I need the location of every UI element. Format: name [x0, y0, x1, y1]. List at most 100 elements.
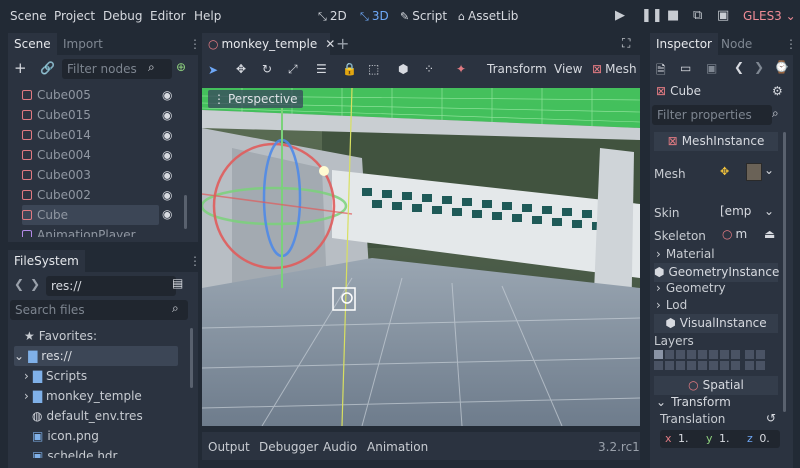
visibility-eye-icon[interactable]: ◉	[162, 85, 172, 105]
tab-filesystem[interactable]: FileSystem	[8, 250, 85, 272]
tab-node[interactable]: Node	[715, 33, 758, 55]
back-arrow-icon[interactable]: ❮	[14, 277, 24, 291]
material-section[interactable]: › Material	[656, 246, 715, 263]
clear-icon[interactable]: ⏏	[764, 227, 775, 241]
tab-audio[interactable]: Audio	[323, 440, 357, 454]
scale-tool-icon[interactable]: ⤢	[288, 62, 298, 77]
visibility-eye-icon[interactable]: ◉	[162, 125, 172, 145]
path-field[interactable]: res://	[46, 276, 176, 296]
search-files-input[interactable]: Search files	[10, 300, 188, 320]
new-resource-icon[interactable]: 🗎	[656, 61, 666, 82]
select-tool-icon[interactable]: ➤	[208, 63, 218, 77]
fs-item[interactable]: › ▇ Scripts	[24, 366, 87, 386]
menu-project[interactable]: Project	[54, 9, 95, 23]
skeleton-nodepath[interactable]: ○ m ⏏	[722, 227, 778, 245]
list-select-icon[interactable]: ☰	[316, 62, 327, 76]
mode-3d-button[interactable]: ⤡ 3D	[360, 9, 389, 24]
object-tools-icon[interactable]: ⚙	[772, 84, 783, 98]
x-value[interactable]: 1.	[678, 432, 689, 445]
menu-editor[interactable]: Editor	[150, 9, 186, 23]
tab-inspector[interactable]: Inspector	[650, 33, 718, 55]
filesystem-menu-icon[interactable]: ⋮	[189, 254, 201, 268]
filter-properties-input[interactable]: Filter properties	[652, 105, 772, 125]
mesh-resource-picker[interactable]: ✥ ⌄	[720, 159, 778, 191]
tab-scene[interactable]: Scene	[8, 33, 57, 55]
group-icon[interactable]: ⬚	[368, 62, 379, 76]
inspector-scrollbar[interactable]	[783, 132, 786, 412]
z-value[interactable]: 0.	[759, 432, 770, 445]
close-icon[interactable]: ✕	[325, 37, 335, 51]
view-menu[interactable]: View	[554, 62, 582, 76]
add-node-icon[interactable]: +	[14, 59, 27, 77]
visibility-eye-icon[interactable]: ◉	[162, 207, 172, 221]
distraction-free-icon[interactable]: ⛶	[622, 36, 630, 51]
geometry-section[interactable]: › Geometry	[656, 280, 726, 297]
tree-item[interactable]: Cube014 ◉	[22, 125, 182, 145]
tree-item[interactable]: Cube003 ◉	[22, 165, 182, 185]
play-custom-icon[interactable]: ▣	[717, 8, 729, 23]
history-back-icon[interactable]: ❮	[734, 60, 744, 74]
inspector-menu-icon[interactable]: ⋮	[785, 37, 797, 51]
tree-item-selected[interactable]: Cube	[22, 205, 159, 225]
camera-preview-icon[interactable]: ✦	[456, 62, 466, 76]
tree-item[interactable]: Cube002 ◉	[22, 185, 182, 205]
snap-icon[interactable]: ⁘	[424, 62, 434, 76]
tab-output[interactable]: Output	[208, 440, 250, 454]
mode-assetlib-button[interactable]: ⌂ AssetLib	[458, 9, 518, 23]
visibility-eye-icon[interactable]: ◉	[162, 185, 172, 205]
local-space-icon[interactable]: ⬢	[398, 62, 408, 76]
scene-dock-menu-icon[interactable]: ⋮	[189, 37, 201, 51]
history-forward-icon[interactable]: ❯	[754, 60, 764, 74]
stop-icon[interactable]: ■	[667, 8, 679, 23]
layers-grid[interactable]	[654, 350, 778, 372]
renderer-selector[interactable]: GLES3 ⌄	[743, 9, 796, 23]
y-value[interactable]: 1.	[719, 432, 730, 445]
fs-item[interactable]: ▣ icon.png	[32, 426, 99, 446]
3d-viewport[interactable]	[202, 88, 640, 426]
tab-debugger[interactable]: Debugger	[259, 440, 318, 454]
filter-nodes-input[interactable]: Filter nodes	[62, 59, 172, 79]
link-icon[interactable]: 🔗	[40, 61, 55, 75]
perspective-menu[interactable]: ⋮ Perspective	[208, 90, 303, 108]
lock-icon[interactable]: 🔒	[342, 62, 357, 76]
play-icon[interactable]: ▶	[615, 8, 625, 23]
fs-item-selected[interactable]: ⌄ ▇ res://	[14, 346, 178, 366]
forward-arrow-icon[interactable]: ❯	[30, 277, 40, 291]
new-scene-tab-icon[interactable]: +	[336, 34, 349, 53]
tab-import[interactable]: Import	[57, 33, 109, 55]
tree-item[interactable]: AnimationPlayer	[22, 225, 182, 237]
menu-scene[interactable]: Scene	[10, 9, 47, 23]
transform-section[interactable]: ⌄ Transform	[656, 394, 731, 411]
fs-item[interactable]: › ▇ monkey_temple	[24, 386, 142, 406]
tab-animation[interactable]: Animation	[367, 440, 428, 454]
visibility-eye-icon[interactable]: ◉	[162, 145, 172, 165]
tree-item[interactable]: Cube004 ◉	[22, 145, 182, 165]
transform-menu[interactable]: Transform	[487, 62, 547, 76]
menu-debug[interactable]: Debug	[103, 9, 142, 23]
visibility-eye-icon[interactable]: ◉	[162, 105, 172, 125]
history-icon[interactable]: ⌚	[774, 60, 789, 74]
tree-item[interactable]: Cube005 ◉	[22, 85, 182, 105]
lod-section[interactable]: › Lod	[656, 297, 687, 314]
pause-icon[interactable]: ❚❚	[641, 8, 663, 23]
translation-vector[interactable]: x 1. y 1. z 0.	[660, 430, 780, 448]
save-icon[interactable]: ▣	[706, 61, 717, 75]
tab-monkey-temple[interactable]: ○ monkey_temple ✕	[202, 33, 335, 55]
rotate-tool-icon[interactable]: ↻	[262, 62, 272, 76]
move-tool-icon[interactable]: ✥	[236, 62, 246, 76]
fs-item[interactable]: ▣ schelde.hdr	[32, 446, 118, 458]
open-folder-icon[interactable]: ▭	[680, 61, 691, 75]
instance-scene-icon[interactable]: ⊕	[176, 60, 186, 74]
scene-tree-scrollbar[interactable]	[184, 195, 187, 229]
menu-help[interactable]: Help	[194, 9, 221, 23]
tree-item[interactable]: Cube015 ◉	[22, 105, 182, 125]
mesh-menu[interactable]: ⊠ Mesh	[592, 62, 637, 76]
visibility-eye-icon[interactable]: ◉	[162, 165, 172, 185]
filesystem-scrollbar[interactable]	[190, 328, 193, 388]
fs-item[interactable]: ◍ default_env.tres	[32, 406, 143, 426]
mode-2d-button[interactable]: ⤡ 2D	[318, 9, 347, 24]
skin-picker[interactable]: [emp ⌄	[720, 204, 778, 222]
play-scene-icon[interactable]: ⧉	[693, 8, 702, 23]
reset-icon[interactable]: ↺	[766, 411, 776, 425]
favorites-row[interactable]: ★ Favorites:	[24, 326, 97, 346]
